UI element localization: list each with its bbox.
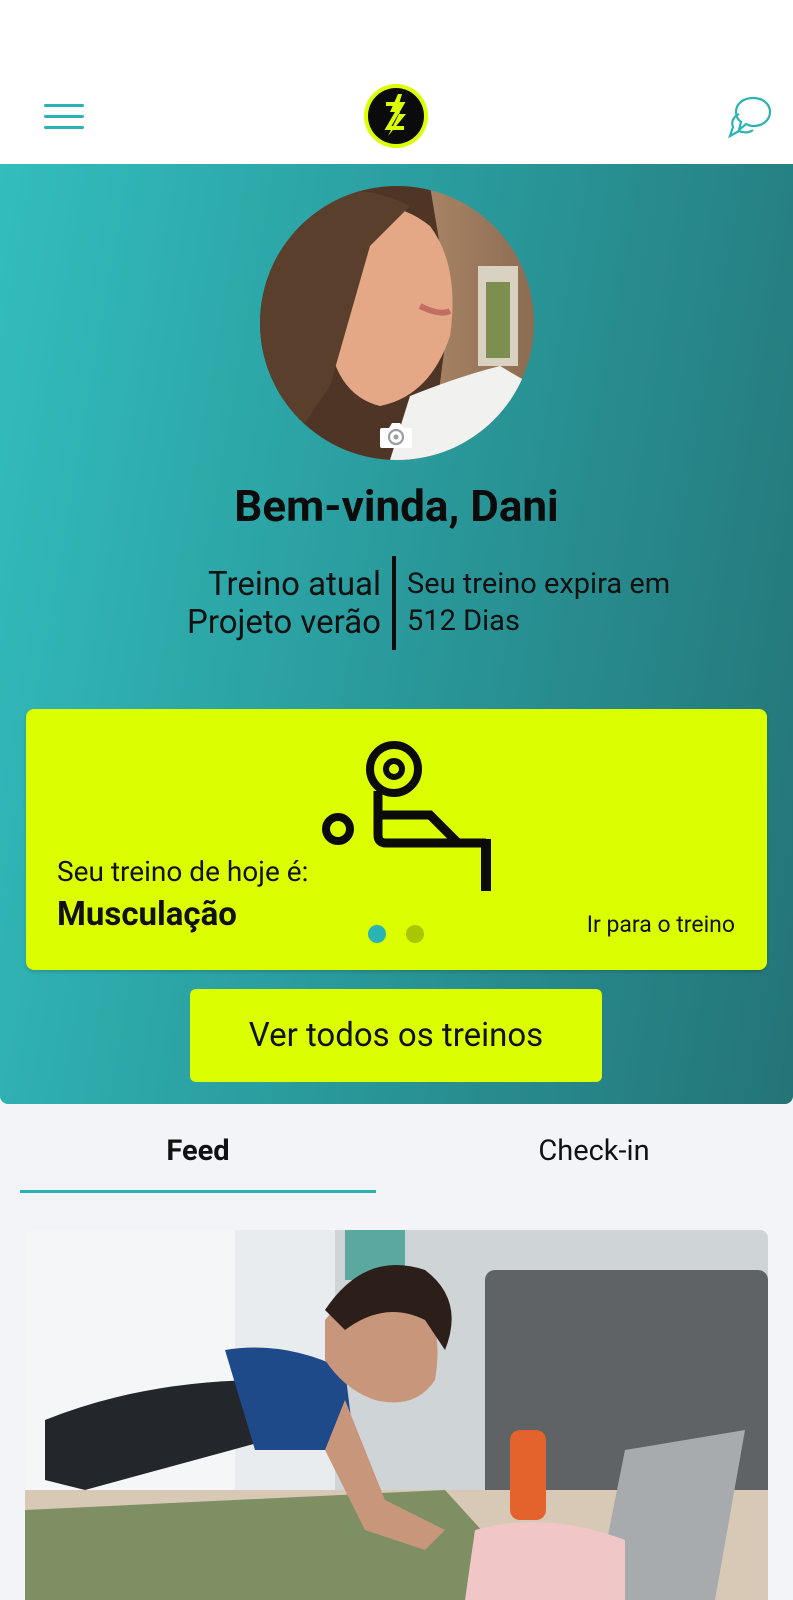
lightning-logo <box>364 84 428 148</box>
expiry-info: Seu treino expira em 512 Dias <box>407 566 767 640</box>
carousel-dot-active[interactable] <box>368 925 386 943</box>
carousel-dot[interactable] <box>406 925 424 943</box>
info-divider <box>392 556 396 650</box>
hamburger-menu-icon[interactable] <box>44 104 84 132</box>
chat-bubble-icon[interactable] <box>727 94 773 140</box>
expiry-value: 512 Dias <box>407 604 520 638</box>
profile-avatar[interactable] <box>260 186 534 460</box>
expiry-label: Seu treino expira em <box>407 567 671 601</box>
app-header <box>0 0 793 164</box>
current-workout-label: Treino atual <box>207 565 381 604</box>
today-workout-card[interactable]: Seu treino de hoje é: Musculação Ir para… <box>26 709 767 970</box>
go-to-workout-link[interactable]: Ir para o treino <box>587 911 735 938</box>
tab-checkin[interactable]: Check-in <box>396 1134 792 1168</box>
today-workout-value: Musculação <box>57 895 237 934</box>
camera-icon[interactable] <box>378 420 414 450</box>
tab-feed[interactable]: Feed <box>0 1134 396 1168</box>
active-tab-indicator <box>20 1190 376 1193</box>
view-all-workouts-button[interactable]: Ver todos os treinos <box>190 989 602 1082</box>
feed-post-image[interactable] <box>25 1230 768 1600</box>
today-workout-label: Seu treino de hoje é: <box>57 855 309 888</box>
current-workout-value: Projeto verão <box>187 603 381 642</box>
weight-lifting-icon <box>322 741 491 891</box>
welcome-title: Bem-vinda, Dani <box>234 480 559 532</box>
current-workout-info: Treino atual Projeto verão <box>120 566 381 642</box>
tab-bar: Feed Check-in <box>0 1104 793 1196</box>
